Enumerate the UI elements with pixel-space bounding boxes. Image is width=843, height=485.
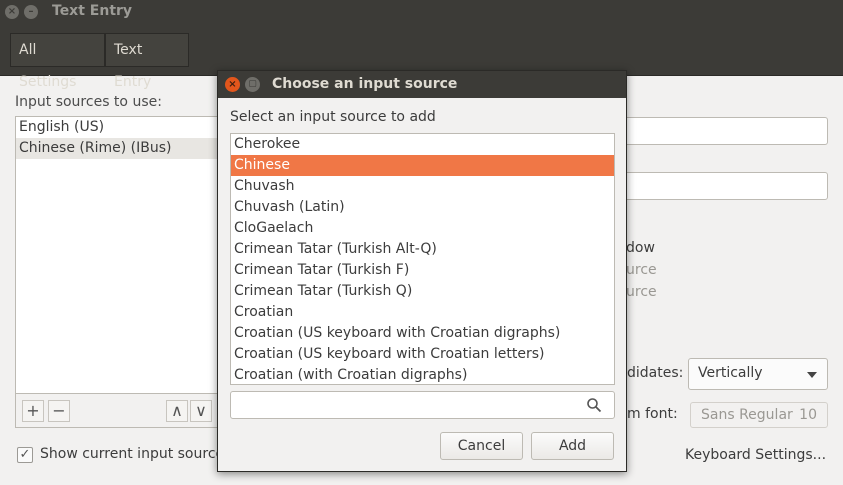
- window-option-text: dow: [626, 240, 655, 256]
- chevron-up-icon: ∧: [171, 401, 183, 420]
- show-current-source-label: Show current input source: [40, 446, 225, 462]
- window-minimize-button[interactable]: –: [24, 5, 38, 19]
- list-item-selected[interactable]: Chinese (Rime) (IBus): [16, 138, 221, 159]
- list-item[interactable]: Croatian: [231, 302, 614, 323]
- custom-font-label: m font:: [627, 406, 678, 422]
- list-item[interactable]: Chuvash: [231, 176, 614, 197]
- input-sources-list: English (US) Chinese (Rime) (IBus): [15, 116, 222, 394]
- maximize-icon: ▢: [248, 79, 257, 89]
- plus-icon: +: [26, 401, 40, 420]
- move-down-button[interactable]: ∨: [190, 400, 212, 422]
- list-item-selected[interactable]: Chinese: [231, 155, 614, 176]
- breadcrumb-all-settings[interactable]: All Settings: [10, 33, 105, 90]
- add-source-button[interactable]: +: [22, 400, 44, 422]
- font-size: 10: [799, 407, 817, 423]
- window-titlebar: × – Text Entry: [0, 0, 843, 24]
- shortcut-field-1[interactable]: [620, 117, 828, 145]
- list-item[interactable]: Crimean Tatar (Turkish Q): [231, 281, 614, 302]
- list-toolbar: + − ∧ ∨: [15, 394, 222, 428]
- close-icon: ×: [228, 79, 237, 90]
- remove-source-button[interactable]: −: [48, 400, 70, 422]
- candidates-value: Vertically: [698, 365, 763, 381]
- add-button[interactable]: Add: [531, 432, 614, 460]
- candidates-label: didates:: [627, 365, 684, 381]
- dialog-subtitle: Select an input source to add: [230, 109, 436, 125]
- shortcut-field-2[interactable]: [620, 172, 828, 200]
- list-item[interactable]: English (US): [16, 117, 221, 138]
- list-item[interactable]: Cherokee: [231, 134, 614, 155]
- choose-input-source-dialog: × ▢ Choose an input source Select an inp…: [217, 70, 627, 472]
- list-item[interactable]: Crimean Tatar (Turkish F): [231, 260, 614, 281]
- font-name: Sans Regular: [701, 407, 793, 423]
- dialog-close-button[interactable]: ×: [225, 77, 240, 92]
- window-title: Text Entry: [52, 3, 133, 19]
- search-input[interactable]: [230, 391, 615, 419]
- close-icon: ×: [7, 6, 17, 17]
- list-item[interactable]: CloGaelach: [231, 218, 614, 239]
- dialog-titlebar: × ▢ Choose an input source: [218, 71, 626, 98]
- source-option-text-1: urce: [626, 262, 657, 278]
- move-up-button[interactable]: ∧: [166, 400, 188, 422]
- dialog-maximize-button[interactable]: ▢: [245, 77, 260, 92]
- source-option-text-2: urce: [626, 284, 657, 300]
- chevron-down-icon: ∨: [195, 401, 207, 420]
- show-current-source-checkbox[interactable]: ✓: [17, 447, 33, 463]
- list-item[interactable]: Chuvash (Latin): [231, 197, 614, 218]
- keyboard-settings-link[interactable]: Keyboard Settings...: [685, 447, 826, 463]
- breadcrumb-text-entry[interactable]: Text Entry: [105, 33, 189, 90]
- candidates-dropdown[interactable]: Vertically: [688, 358, 828, 390]
- minimize-icon: –: [28, 6, 34, 17]
- dialog-title: Choose an input source: [272, 76, 458, 92]
- dropdown-arrow-icon: [807, 372, 817, 378]
- input-source-choices-list[interactable]: Cherokee Chinese Chuvash Chuvash (Latin)…: [230, 133, 615, 385]
- list-item[interactable]: Croatian (with Croatian digraphs): [231, 365, 614, 384]
- breadcrumb: All Settings Text Entry: [0, 24, 843, 90]
- list-item[interactable]: Croatian (US keyboard with Croatian lett…: [231, 344, 614, 365]
- list-item[interactable]: Croatian (US keyboard with Croatian digr…: [231, 323, 614, 344]
- list-item[interactable]: Crimean Tatar (Turkish Alt-Q): [231, 239, 614, 260]
- minus-icon: −: [52, 401, 66, 420]
- window-close-button[interactable]: ×: [5, 5, 19, 19]
- cancel-button[interactable]: Cancel: [440, 432, 523, 460]
- input-sources-label: Input sources to use:: [15, 94, 162, 110]
- search-icon: [587, 398, 602, 413]
- font-button[interactable]: Sans Regular 10: [690, 402, 828, 428]
